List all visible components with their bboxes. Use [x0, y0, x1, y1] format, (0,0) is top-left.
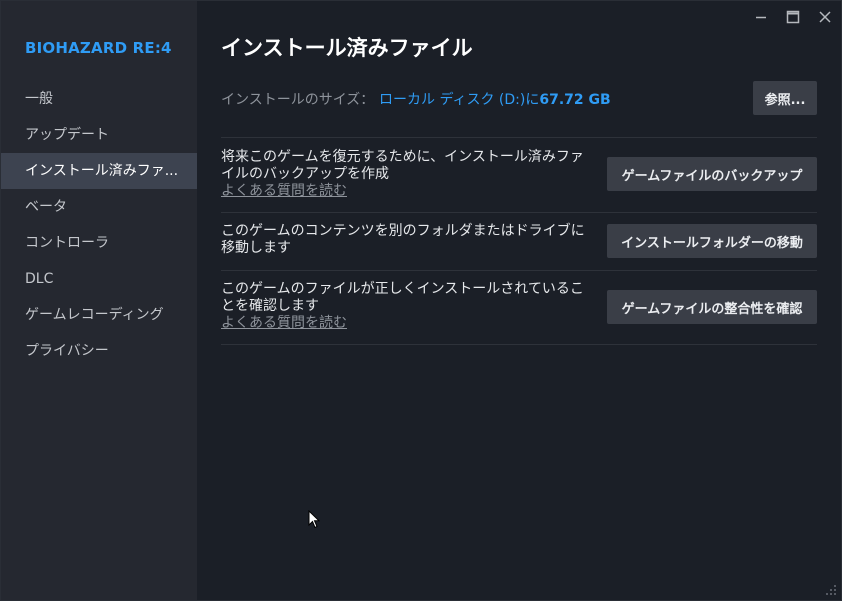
sidebar-item-installed-files[interactable]: インストール済みファ...: [1, 153, 197, 189]
titlebar-controls: [745, 1, 841, 33]
move-description-text: このゲームのコンテンツを別のフォルダまたはドライブに移動します: [221, 223, 585, 256]
backup-game-files-button[interactable]: ゲームファイルのバックアップ: [607, 157, 817, 191]
sidebar-item-general[interactable]: 一般: [1, 81, 197, 117]
install-size-row: インストールのサイズ： ローカル ディスク (D:)に67.72 GB 参照..…: [221, 81, 817, 115]
mouse-cursor-icon: [308, 510, 320, 529]
maximize-icon: [786, 10, 800, 24]
backup-description-text: 将来このゲームを復元するために、インストール済みファイルのバックアップを作成: [221, 149, 584, 182]
minimize-button[interactable]: [745, 1, 777, 33]
divider: [221, 344, 817, 345]
sidebar-item-betas[interactable]: ベータ: [1, 189, 197, 225]
game-title: BIOHAZARD RE:4: [25, 39, 172, 57]
install-location-link[interactable]: ローカル ディスク (D:)に67.72 GB: [379, 89, 611, 109]
resize-grip-icon[interactable]: [825, 584, 837, 596]
move-description: このゲームのコンテンツを別のフォルダまたはドライブに移動します: [221, 223, 591, 257]
verify-row: このゲームのファイルが正しくインストールされていることを確認します よくある質問…: [221, 271, 817, 344]
sidebar-item-privacy[interactable]: プライバシー: [1, 333, 197, 369]
minimize-icon: [756, 16, 766, 19]
sidebar-item-game-recording[interactable]: ゲームレコーディング: [1, 297, 197, 333]
verify-description-text: このゲームのファイルが正しくインストールされていることを確認します: [221, 281, 584, 314]
close-icon: [819, 11, 831, 23]
backup-description: 将来このゲームを復元するために、インストール済みファイルのバックアップを作成 よ…: [221, 149, 591, 200]
verify-game-files-button[interactable]: ゲームファイルの整合性を確認: [607, 290, 817, 324]
backup-row: 将来このゲームを復元するために、インストール済みファイルのバックアップを作成 よ…: [221, 138, 817, 212]
install-location: ローカル ディスク (D:)に: [379, 92, 540, 108]
sidebar-item-controller[interactable]: コントローラ: [1, 225, 197, 261]
sidebar-nav: 一般 アップデート インストール済みファ... ベータ コントローラ DLC ゲ…: [1, 81, 197, 369]
page-title: インストール済みファイル: [221, 36, 473, 60]
browse-button[interactable]: 参照...: [753, 81, 817, 115]
move-install-folder-button[interactable]: インストールフォルダーの移動: [607, 224, 817, 258]
install-size-label: インストールのサイズ：: [221, 92, 375, 108]
sidebar-item-dlc[interactable]: DLC: [1, 261, 197, 297]
backup-faq-link[interactable]: よくある質問を読む: [221, 183, 591, 200]
install-size-value: 67.72 GB: [539, 92, 611, 108]
properties-window: BIOHAZARD RE:4 一般 アップデート インストール済みファ... ベ…: [0, 0, 842, 601]
close-button[interactable]: [809, 1, 841, 33]
maximize-button[interactable]: [777, 1, 809, 33]
verify-faq-link[interactable]: よくある質問を読む: [221, 315, 591, 332]
verify-description: このゲームのファイルが正しくインストールされていることを確認します よくある質問…: [221, 281, 591, 332]
move-row: このゲームのコンテンツを別のフォルダまたはドライブに移動します インストールフォ…: [221, 213, 817, 270]
sidebar: BIOHAZARD RE:4 一般 アップデート インストール済みファ... ベ…: [1, 1, 197, 600]
sidebar-item-updates[interactable]: アップデート: [1, 117, 197, 153]
